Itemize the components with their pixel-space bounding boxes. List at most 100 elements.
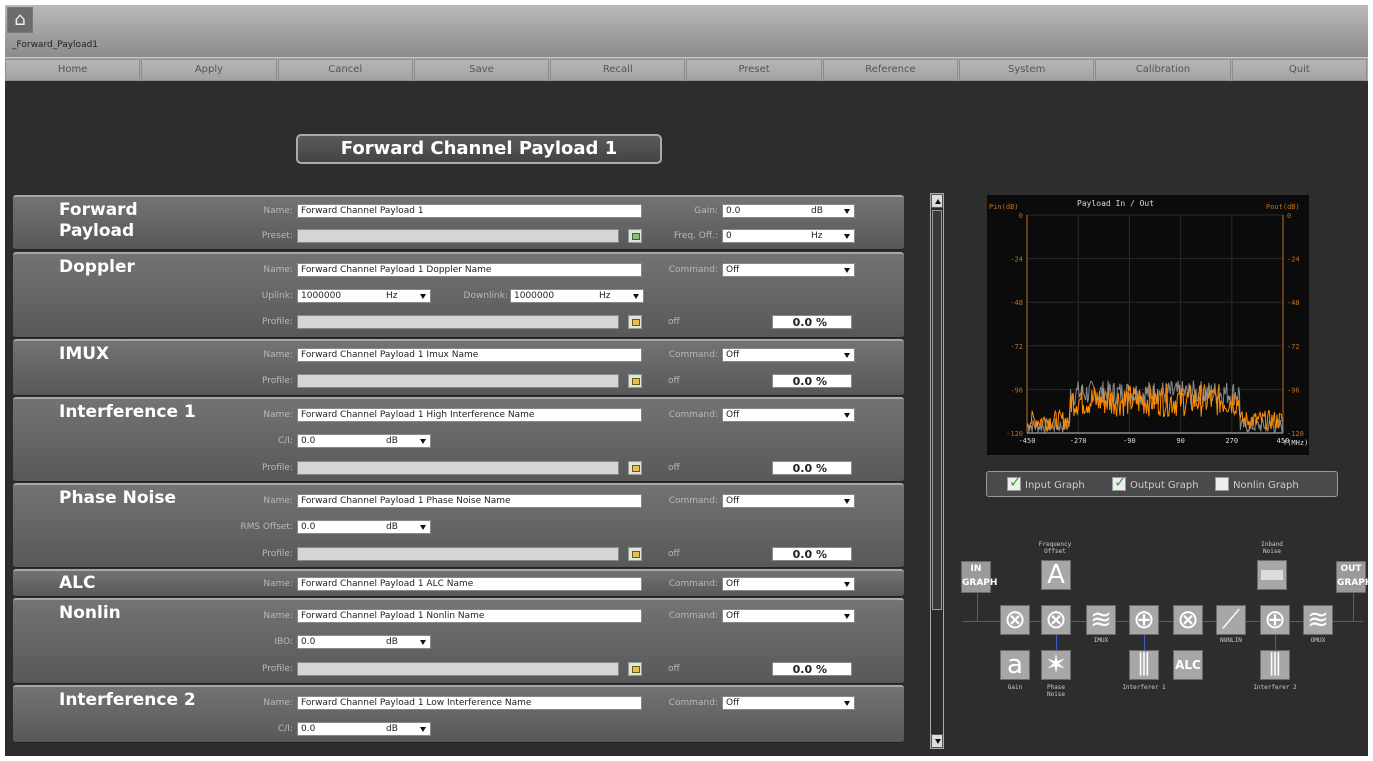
profile-percent: 0.0 % bbox=[772, 662, 852, 676]
profile-browse-button[interactable] bbox=[628, 374, 642, 388]
section-phase-noise: Phase Noise Name: Forward Channel Payloa… bbox=[13, 483, 904, 568]
ibo-field[interactable]: 0.0 dB bbox=[297, 635, 431, 649]
downlink-label: Downlink: bbox=[463, 291, 508, 301]
command-select[interactable]: Off bbox=[722, 494, 855, 508]
alc-block[interactable]: ALC bbox=[1173, 650, 1203, 680]
command-select[interactable]: Off bbox=[722, 408, 855, 422]
name-label: Name: bbox=[263, 611, 293, 621]
checkbox-label: Output Graph bbox=[1130, 480, 1199, 491]
section-doppler: Doppler Name: Forward Channel Payload 1 … bbox=[13, 252, 904, 338]
y-right-tick-label: 0 bbox=[1287, 212, 1291, 220]
name-field[interactable]: Forward Channel Payload 1 Nonlin Name bbox=[297, 609, 642, 623]
menu-calibration-button[interactable]: Calibration bbox=[1095, 59, 1231, 81]
signal-chain-diagram: IN GRAPH OUT GRAPH Frequency Offset A In… bbox=[955, 535, 1368, 735]
scroll-up-button[interactable] bbox=[931, 194, 943, 208]
menu-save-button[interactable]: Save bbox=[413, 59, 550, 81]
checkbox-label: Nonlin Graph bbox=[1233, 480, 1299, 491]
command-label: Command: bbox=[668, 410, 718, 420]
profile-field[interactable] bbox=[297, 374, 619, 388]
inband-noise-block[interactable] bbox=[1257, 560, 1287, 590]
section-title: Interference 1 bbox=[59, 402, 196, 422]
menu-quit-button[interactable]: Quit bbox=[1231, 59, 1367, 81]
y-tick-label: -72 bbox=[1010, 343, 1023, 351]
profile-field[interactable] bbox=[297, 315, 619, 329]
x-tick-label: 270 bbox=[1225, 437, 1238, 445]
name-field[interactable]: Forward Channel Payload 1 Imux Name bbox=[297, 348, 642, 362]
freq-offset-label: Frequency Offset bbox=[1038, 541, 1072, 555]
arrow-up-icon bbox=[935, 199, 941, 204]
name-field[interactable]: Forward Channel Payload 1 High Interfere… bbox=[297, 408, 642, 422]
profile-browse-button[interactable] bbox=[628, 547, 642, 561]
omux-block[interactable]: ≋ bbox=[1303, 605, 1333, 635]
name-field[interactable]: Forward Channel Payload 1 Doppler Name bbox=[297, 263, 642, 277]
profile-field[interactable] bbox=[297, 662, 619, 676]
profile-status: off bbox=[668, 463, 680, 473]
menu-recall-button[interactable]: Recall bbox=[550, 59, 686, 81]
name-field[interactable]: Forward Channel Payload 1 Low Interferen… bbox=[297, 696, 642, 710]
frequency-offset-block[interactable]: A bbox=[1041, 560, 1071, 590]
command-select[interactable]: Off bbox=[722, 348, 855, 362]
mixer-block[interactable]: ⊗ bbox=[1000, 605, 1030, 635]
preset-browse-button[interactable] bbox=[628, 229, 642, 243]
command-select[interactable]: Off bbox=[722, 609, 855, 623]
command-select[interactable]: Off bbox=[722, 263, 855, 277]
profile-browse-button[interactable] bbox=[628, 315, 642, 329]
command-select[interactable]: Off bbox=[722, 577, 855, 591]
profile-field[interactable] bbox=[297, 461, 619, 475]
gain-field[interactable]: 0.0 dB bbox=[722, 204, 855, 218]
ci-label: C/I: bbox=[277, 436, 293, 446]
menu-apply-button[interactable]: Apply bbox=[141, 59, 277, 81]
name-field[interactable]: Forward Channel Payload 1 ALC Name bbox=[297, 577, 642, 591]
menu-system-button[interactable]: System bbox=[959, 59, 1095, 81]
ci-field[interactable]: 0.0 dB bbox=[297, 722, 431, 736]
profile-label: Profile: bbox=[261, 317, 293, 327]
adder-block[interactable]: ⊕ bbox=[1129, 605, 1159, 635]
home-icon[interactable]: ⌂ bbox=[7, 7, 33, 33]
adder-block[interactable]: ⊕ bbox=[1260, 605, 1290, 635]
profile-percent: 0.0 % bbox=[772, 461, 852, 475]
section-title: Doppler bbox=[59, 257, 135, 277]
ci-field[interactable]: 0.0 dB bbox=[297, 434, 431, 448]
profile-label: Profile: bbox=[261, 463, 293, 473]
interferer-1-block[interactable]: ⫼ bbox=[1129, 650, 1159, 680]
connector-line bbox=[977, 591, 978, 621]
rms-offset-field[interactable]: 0.0 dB bbox=[297, 520, 431, 534]
section-title: Nonlin bbox=[59, 603, 121, 623]
scroll-thumb[interactable] bbox=[932, 210, 942, 610]
menu-home-button[interactable]: Home bbox=[5, 59, 141, 81]
preset-field[interactable] bbox=[297, 229, 619, 243]
profile-browse-button[interactable] bbox=[628, 461, 642, 475]
menu-preset-button[interactable]: Preset bbox=[686, 59, 822, 81]
interferer-2-label: Interferer 2 bbox=[1253, 684, 1297, 691]
phase-noise-block[interactable]: ✶ bbox=[1041, 650, 1071, 680]
name-label: Name: bbox=[263, 265, 293, 275]
scroll-down-button[interactable] bbox=[931, 734, 943, 748]
menu-cancel-button[interactable]: Cancel bbox=[277, 59, 413, 81]
interferer-2-block[interactable]: ⫼ bbox=[1260, 650, 1290, 680]
section-nonlin: Nonlin Name: Forward Channel Payload 1 N… bbox=[13, 598, 904, 684]
out-graph-button[interactable]: OUT GRAPH bbox=[1336, 561, 1368, 593]
mixer-block[interactable]: ⊗ bbox=[1173, 605, 1203, 635]
profile-field[interactable] bbox=[297, 547, 619, 561]
uplink-field[interactable]: 1000000 Hz bbox=[297, 289, 431, 303]
arrow-down-icon bbox=[935, 739, 941, 744]
nonlin-block[interactable]: ⟋ bbox=[1216, 605, 1246, 635]
menu-reference-button[interactable]: Reference bbox=[822, 59, 959, 81]
gain-block[interactable]: a bbox=[1000, 650, 1030, 680]
in-graph-button[interactable]: IN GRAPH bbox=[961, 561, 997, 593]
vertical-scrollbar[interactable] bbox=[930, 193, 944, 749]
name-field[interactable]: Forward Channel Payload 1 bbox=[297, 204, 642, 218]
mixer-block[interactable]: ⊗ bbox=[1041, 605, 1071, 635]
freq-offset-field[interactable]: 0 Hz bbox=[722, 229, 855, 243]
profile-percent: 0.0 % bbox=[772, 315, 852, 329]
imux-block[interactable]: ≋ bbox=[1086, 605, 1116, 635]
command-select[interactable]: Off bbox=[722, 696, 855, 710]
section-alc: ALC Name: Forward Channel Payload 1 ALC … bbox=[13, 569, 904, 597]
name-field[interactable]: Forward Channel Payload 1 Phase Noise Na… bbox=[297, 494, 642, 508]
section-title: Forward Payload bbox=[59, 200, 138, 241]
profile-status: off bbox=[668, 549, 680, 559]
downlink-field[interactable]: 1000000 Hz bbox=[510, 289, 644, 303]
graph-right-axis-label: Pout(dB) bbox=[1266, 203, 1300, 211]
profile-browse-button[interactable] bbox=[628, 662, 642, 676]
x-tick-label: -270 bbox=[1070, 437, 1087, 445]
